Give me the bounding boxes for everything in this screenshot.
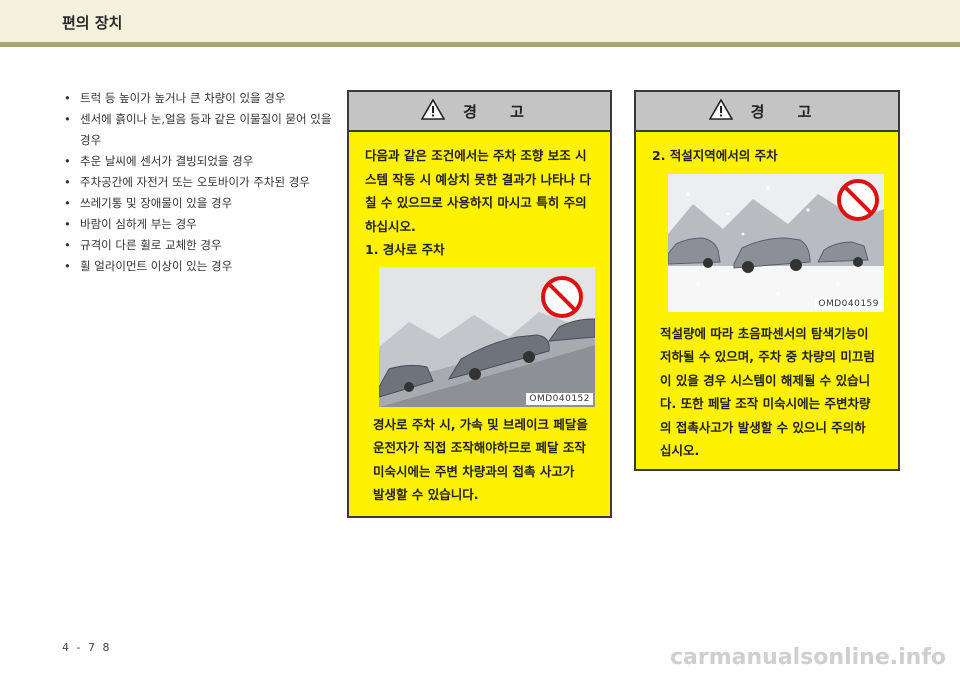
warning-step: 1. 경사로 주차: [365, 242, 445, 257]
list-item: 추운 날씨에 센서가 결빙되었을 경우: [62, 151, 334, 172]
slope-parking-illustration: OMD040152: [379, 266, 595, 407]
warning-title: 경 고: [463, 102, 538, 121]
no-entry-icon: [541, 275, 583, 318]
list-item: 트럭 등 높이가 높거나 큰 차량이 있을 경우: [62, 88, 334, 109]
no-entry-icon: [837, 178, 879, 221]
warning-caption: 적설량에 따라 초음파센서의 탐색기능이 저하될 수 있으며, 주차 중 차량의…: [660, 325, 875, 459]
list-item: 바람이 심하게 부는 경우: [62, 214, 334, 235]
list-item: 주차공간에 자전거 또는 오토바이가 주차된 경우: [62, 172, 334, 193]
warning-box-slope: 경 고 다음과 같은 조건에서는 주차 조향 보조 시스템 작동 시 예상치 못…: [347, 90, 612, 518]
warning-header: 경 고: [349, 92, 610, 132]
list-item: 휠 얼라이먼트 이상이 있는 경우: [62, 256, 334, 277]
warning-box-snow: 경 고 2. 적설지역에서의 주차 OMD040159 적설량에 따라 초음파센…: [634, 90, 900, 471]
header-rule: [0, 42, 960, 47]
snow-parking-illustration: OMD040159: [668, 173, 884, 312]
warning-triangle-icon: [420, 97, 446, 124]
warning-triangle-icon: [708, 97, 733, 124]
list-item: 쓰레기통 및 장애물이 있을 경우: [62, 193, 334, 214]
warning-intro: 다음과 같은 조건에서는 주차 조향 보조 시스템 작동 시 예상치 못한 결과…: [365, 148, 591, 234]
warning-caption: 경사로 주차 시, 가속 및 브레이크 페달을 운전자가 직접 조작해야하므로 …: [373, 416, 588, 503]
watermark: carmanualsonline.info: [670, 645, 946, 670]
list-item: 센서에 흙이나 눈,얼음 등과 같은 이물질이 묻어 있을 경우: [62, 109, 334, 151]
warning-step: 2. 적설지역에서의 주차: [652, 148, 778, 163]
page-number: 4 - 7 8: [62, 641, 112, 654]
page-header: 편의 장치: [0, 0, 960, 42]
condition-list: 트럭 등 높이가 높거나 큰 차량이 있을 경우 센서에 흙이나 눈,얼음 등과…: [62, 88, 334, 277]
warning-header: 경 고: [636, 92, 898, 132]
warning-title: 경 고: [750, 102, 826, 121]
list-item: 규격이 다른 휠로 교체한 경우: [62, 235, 334, 256]
image-code: OMD040159: [815, 297, 882, 310]
image-code: OMD040152: [526, 392, 593, 405]
section-title: 편의 장치: [62, 14, 123, 32]
